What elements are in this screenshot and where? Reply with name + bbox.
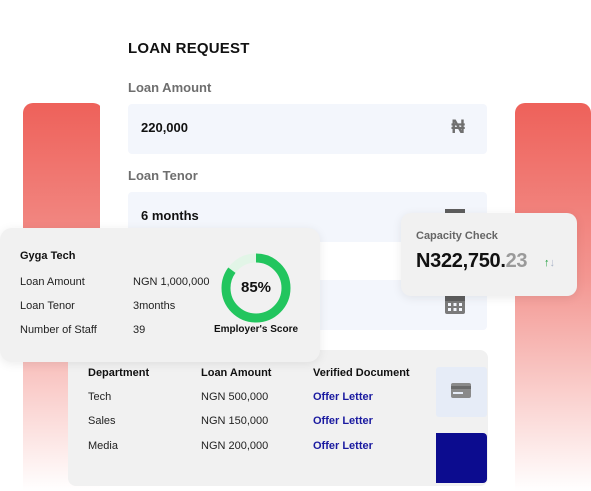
table-cell-department: Media [88, 440, 118, 452]
summary-label: Loan Amount [20, 276, 85, 288]
summary-value: 39 [133, 324, 146, 336]
summary-label: Loan Tenor [20, 300, 75, 312]
trend-arrows: ↑↓ [544, 257, 555, 269]
offer-letter-link[interactable]: Offer Letter [313, 440, 373, 452]
table-cell-loan-amount: NGN 150,000 [201, 415, 269, 427]
capacity-check-card: Capacity Check N322,750.23 ↑↓ [401, 213, 577, 296]
table-header-loan-amount: Loan Amount [201, 367, 272, 379]
table-header-verified-document: Verified Document [313, 367, 410, 379]
offer-letter-link[interactable]: Offer Letter [313, 415, 373, 427]
capacity-amount: N322,750.23 [416, 250, 528, 273]
table-cell-department: Tech [88, 391, 112, 403]
loan-tenor-label: Loan Tenor [128, 168, 198, 183]
capacity-check-label: Capacity Check [416, 230, 498, 242]
loan-tenor-value: 6 months [141, 208, 199, 223]
company-name: Gyga Tech [20, 250, 76, 262]
naira-icon: ₦ [451, 117, 465, 138]
capacity-amount-cents: 23 [505, 250, 528, 272]
loan-amount-label: Loan Amount [128, 80, 212, 95]
submit-button[interactable] [436, 433, 487, 483]
table-cell-loan-amount: NGN 200,000 [201, 440, 269, 452]
loan-amount-value: 220,000 [141, 120, 188, 135]
department-table: Department Loan Amount Verified Document… [68, 350, 488, 486]
decorative-red-band-right [515, 103, 591, 491]
company-summary-card: Gyga Tech Loan Amount NGN 1,000,000 Loan… [0, 228, 320, 362]
table-header-department: Department [88, 367, 150, 379]
loan-amount-field[interactable]: 220,000 ₦ [128, 104, 487, 154]
table-cell-department: Sales [88, 415, 116, 427]
capacity-amount-main: N322,750. [416, 250, 506, 272]
arrow-down-icon: ↓ [549, 257, 556, 269]
employer-score-value: 85% [240, 279, 272, 296]
calendar-icon[interactable] [444, 293, 466, 320]
offer-letter-link[interactable]: Offer Letter [313, 391, 373, 403]
document-card-icon[interactable] [436, 367, 487, 417]
summary-value: 3months [133, 300, 176, 312]
page-title: LOAN REQUEST [128, 40, 250, 57]
employer-score-caption: Employer's Score [213, 324, 299, 335]
table-cell-loan-amount: NGN 500,000 [201, 391, 269, 403]
summary-value: NGN 1,000,000 [133, 276, 210, 288]
summary-label: Number of Staff [20, 324, 97, 336]
